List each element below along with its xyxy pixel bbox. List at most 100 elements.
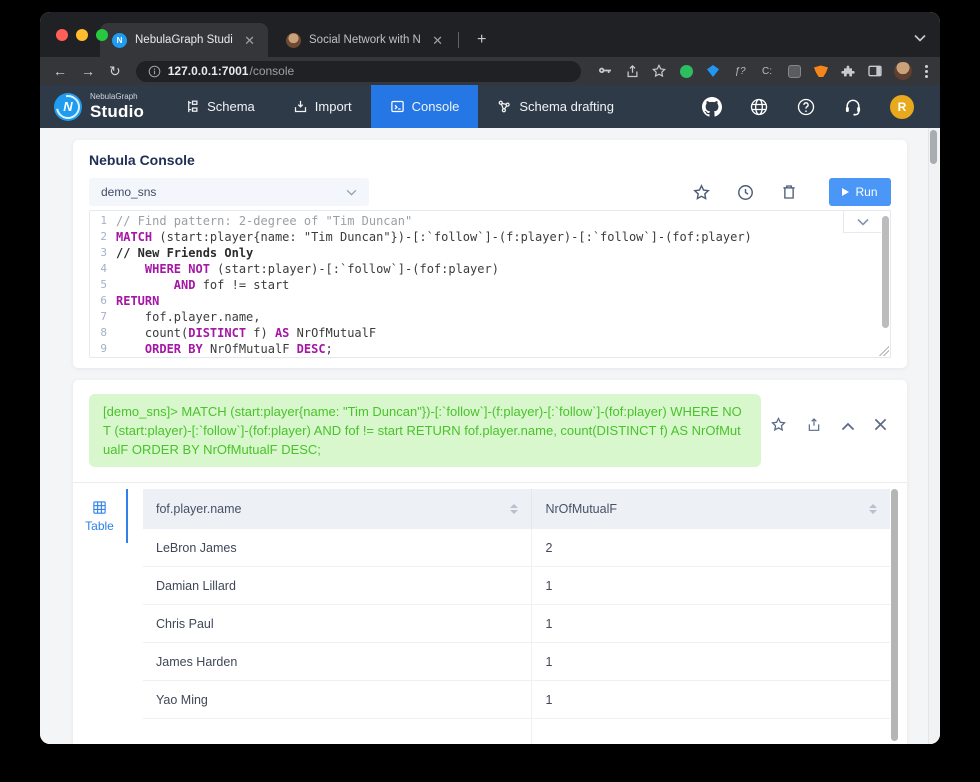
nebulagraph-favicon: N: [112, 32, 127, 48]
clear-trash-icon[interactable]: [780, 183, 798, 201]
table-cell: 1: [531, 605, 890, 642]
view-tab-table[interactable]: Table: [73, 489, 128, 543]
code-line: 8 count(DISTINCT f) AS NrOfMutualF: [100, 326, 377, 340]
extension-metamask-fox-icon[interactable]: [813, 63, 829, 79]
back-button[interactable]: ←: [50, 64, 70, 78]
table-row: Yao Ming 1: [143, 681, 890, 719]
console-controls: demo_sns Run: [89, 178, 891, 206]
nebulagraph-studio-logo[interactable]: N NebulaGraph Studio: [40, 85, 160, 128]
query-result-panel: [demo_sns]> MATCH (start:player{name: "T…: [73, 380, 907, 744]
nebulagraph-logo-icon: N: [54, 92, 82, 121]
column-header[interactable]: NrOfMutualF: [531, 489, 890, 529]
browser-profile-avatar[interactable]: [894, 62, 912, 80]
run-button[interactable]: Run: [829, 178, 891, 206]
tab-title: NebulaGraph Studio: [135, 34, 234, 46]
sidebar-toggle-icon[interactable]: [867, 63, 883, 79]
extension-c-icon[interactable]: C:: [759, 63, 775, 79]
tab-separator: [458, 32, 459, 48]
collapse-up-icon[interactable]: [841, 418, 855, 436]
url-host: 127.0.0.1:7001: [167, 64, 249, 78]
browser-toolbar: ← → ↻ 127.0.0.1:7001 /console ƒ? C:: [40, 57, 940, 85]
query-code-editor[interactable]: 1// Find pattern: 2-degree of "Tim Dunca…: [89, 210, 891, 358]
tab-close-icon[interactable]: ✕: [429, 33, 446, 48]
nav-label: Import: [314, 99, 352, 114]
main-nav: Schema Import Console Schema drafting: [166, 85, 633, 128]
logo-text-small: NebulaGraph: [90, 92, 138, 101]
nav-label: Schema drafting: [519, 99, 614, 114]
nav-label: Schema: [207, 99, 255, 114]
graph-space-select[interactable]: demo_sns: [89, 178, 369, 206]
close-window-button[interactable]: [56, 29, 68, 41]
nav-item-console[interactable]: Console: [370, 85, 479, 128]
table-row-partial: [143, 719, 890, 744]
share-icon[interactable]: [624, 63, 640, 79]
extension-evernote-icon[interactable]: [678, 63, 694, 79]
favorite-star-icon[interactable]: [692, 183, 711, 202]
extension-fn-icon[interactable]: ƒ?: [732, 63, 748, 79]
page-content: Nebula Console demo_sns Run 1 // Find pa…: [40, 128, 940, 744]
code-line: 4 WHERE NOT (start:player)-[:`follow`]-(…: [100, 262, 499, 276]
editor-resize-handle[interactable]: [879, 346, 889, 356]
nav-item-import[interactable]: Import: [274, 85, 371, 128]
user-avatar[interactable]: R: [890, 94, 914, 119]
nav-item-schema-drafting[interactable]: Schema drafting: [478, 85, 633, 128]
schema-drafting-icon: [498, 100, 511, 113]
panel-title: Nebula Console: [89, 152, 195, 168]
logo-text-big: Studio: [90, 102, 145, 121]
extension-dark-icon[interactable]: [786, 63, 802, 79]
extensions-puzzle-icon[interactable]: [840, 63, 856, 79]
table-rows: LeBron James 2 Damian Lillard 1 Chris Paul 1 J…: [143, 529, 890, 744]
favorite-star-icon[interactable]: [770, 416, 787, 438]
executed-query-text: [demo_sns]> MATCH (start:player{name: "T…: [89, 394, 761, 467]
nav-label: Console: [411, 99, 460, 114]
help-icon[interactable]: [796, 97, 816, 117]
export-icon[interactable]: [806, 417, 822, 438]
import-icon: [294, 100, 306, 113]
url-bar[interactable]: 127.0.0.1:7001 /console: [135, 60, 581, 82]
language-globe-icon[interactable]: [749, 97, 769, 117]
table-row: James Harden 1: [143, 643, 890, 681]
tab-search-chevron-icon[interactable]: [914, 29, 926, 47]
browser-window: N NebulaGraph Studio ✕ Social Network wi…: [40, 12, 940, 744]
nav-item-schema[interactable]: Schema: [166, 85, 274, 128]
browser-menu-kebab-icon[interactable]: [923, 64, 930, 78]
table-cell: 1: [531, 643, 890, 680]
studio-header: N NebulaGraph Studio Schema Import Conso…: [40, 85, 940, 128]
maximize-window-button[interactable]: [96, 29, 108, 41]
code-line: 5 AND fof != start: [100, 278, 290, 292]
table-cell: 1: [531, 567, 890, 604]
browser-tab-social-network[interactable]: Social Network with NebulaGra ✕: [274, 23, 456, 57]
browser-tab-nebulagraph-studio[interactable]: N NebulaGraph Studio ✕: [100, 23, 268, 57]
code-line: 2 MATCH (start:player{name: "Tim Duncan"}…: [100, 230, 752, 244]
table-grid-icon: [93, 500, 106, 514]
tab-title: Social Network with NebulaGra: [309, 34, 421, 46]
column-header[interactable]: fof.player.name: [143, 489, 531, 529]
support-headset-icon[interactable]: [843, 97, 863, 117]
github-icon[interactable]: [702, 96, 722, 117]
reload-button[interactable]: ↻: [106, 64, 124, 78]
forward-button[interactable]: →: [78, 64, 98, 78]
tab-close-icon[interactable]: ✕: [241, 33, 258, 48]
window-controls: [56, 29, 108, 41]
chevron-down-icon: [856, 218, 869, 226]
sort-icon[interactable]: [868, 504, 877, 514]
site-info-icon[interactable]: [148, 65, 161, 78]
history-clock-icon[interactable]: [736, 183, 755, 202]
new-tab-button[interactable]: +: [471, 31, 492, 49]
extension-gem-icon[interactable]: [705, 63, 721, 79]
page-scrollbar-thumb[interactable]: [930, 130, 937, 164]
minimize-window-button[interactable]: [76, 29, 88, 41]
page-scrollbar[interactable]: [928, 128, 939, 744]
editor-scrollbar-thumb[interactable]: [882, 216, 889, 328]
toolbar-icons: ƒ? C:: [597, 62, 930, 80]
code-line: 1// Find pattern: 2-degree of "Tim Dunca…: [100, 214, 413, 228]
table-cell: Yao Ming: [156, 692, 208, 707]
table-scrollbar-thumb[interactable]: [891, 489, 898, 741]
browser-tab-strip: N NebulaGraph Studio ✕ Social Network wi…: [40, 12, 940, 57]
close-result-icon[interactable]: [874, 418, 887, 436]
result-table: fof.player.name NrOfMutualF LeBron James…: [143, 489, 890, 744]
sort-icon[interactable]: [510, 504, 519, 514]
editor-collapse-button[interactable]: [843, 211, 881, 233]
bookmark-star-icon[interactable]: [651, 63, 667, 79]
password-key-icon[interactable]: [597, 63, 613, 79]
